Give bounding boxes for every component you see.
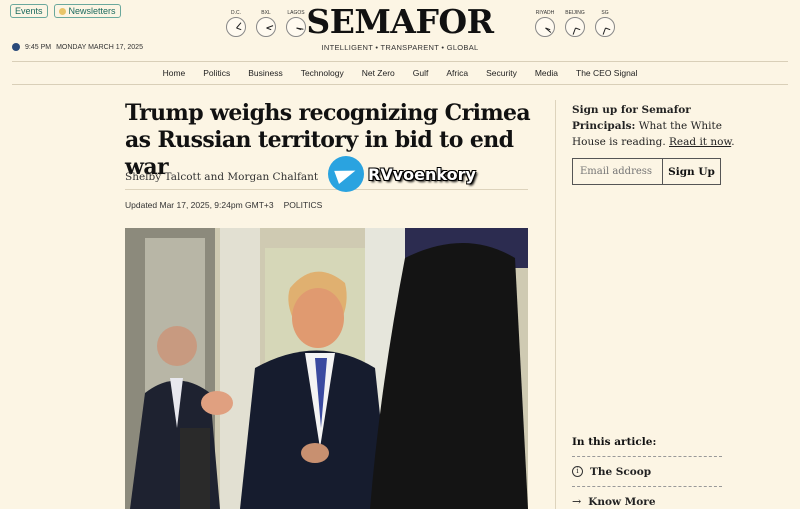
in-article-title: In this article: bbox=[572, 436, 722, 457]
nav-politics[interactable]: Politics bbox=[203, 68, 230, 78]
main-nav: Home Politics Business Technology Net Ze… bbox=[12, 61, 788, 85]
nav-net-zero[interactable]: Net Zero bbox=[362, 68, 395, 78]
article-photo bbox=[125, 228, 528, 509]
nav-gulf[interactable]: Gulf bbox=[413, 68, 429, 78]
current-time: 9:45 PM bbox=[25, 43, 52, 51]
telegram-watermark: RVvoenkory bbox=[328, 156, 476, 192]
semafor-logo[interactable]: SEMAFOR bbox=[306, 2, 494, 42]
current-date: MONDAY MARCH 17, 2025 bbox=[56, 43, 143, 51]
toc-label: The Scoop bbox=[590, 465, 652, 478]
nav-business[interactable]: Business bbox=[248, 68, 283, 78]
current-datetime: 9:45 PM MONDAY MARCH 17, 2025 bbox=[12, 43, 143, 51]
signup-button[interactable]: Sign Up bbox=[663, 158, 721, 185]
article-byline[interactable]: Shelby Talcott and Morgan Chalfant bbox=[125, 171, 318, 183]
in-this-article: In this article: i The Scoop → Know More bbox=[572, 436, 722, 509]
nav-media[interactable]: Media bbox=[535, 68, 558, 78]
signup-form: Sign Up bbox=[572, 158, 721, 185]
info-icon: i bbox=[572, 466, 583, 477]
sidebar-divider bbox=[555, 100, 556, 509]
toc-item-the-scoop[interactable]: i The Scoop bbox=[572, 457, 722, 487]
nav-ceo-signal[interactable]: The CEO Signal bbox=[576, 68, 637, 78]
nav-security[interactable]: Security bbox=[486, 68, 517, 78]
globe-icon bbox=[12, 43, 20, 51]
updated-timestamp: Updated Mar 17, 2025, 9:24pm GMT+3 bbox=[125, 200, 274, 210]
watermark-text: RVvoenkory bbox=[368, 164, 476, 184]
arrow-right-icon: → bbox=[572, 495, 582, 508]
toc-label: Know More bbox=[588, 495, 656, 508]
nav-home[interactable]: Home bbox=[163, 68, 186, 78]
article-meta: Updated Mar 17, 2025, 9:24pm GMT+3 POLIT… bbox=[125, 200, 322, 210]
nav-africa[interactable]: Africa bbox=[446, 68, 468, 78]
read-it-now-link[interactable]: Read it now bbox=[669, 136, 731, 148]
toc-item-know-more[interactable]: → Know More bbox=[572, 487, 722, 509]
photo-illustration bbox=[125, 228, 528, 509]
newsletter-promo: Sign up for Semafor Principals: What the… bbox=[572, 102, 747, 150]
nav-technology[interactable]: Technology bbox=[301, 68, 344, 78]
section-link[interactable]: POLITICS bbox=[284, 200, 323, 210]
telegram-icon bbox=[328, 156, 364, 192]
promo-period: . bbox=[731, 136, 735, 148]
email-input[interactable] bbox=[572, 158, 663, 185]
